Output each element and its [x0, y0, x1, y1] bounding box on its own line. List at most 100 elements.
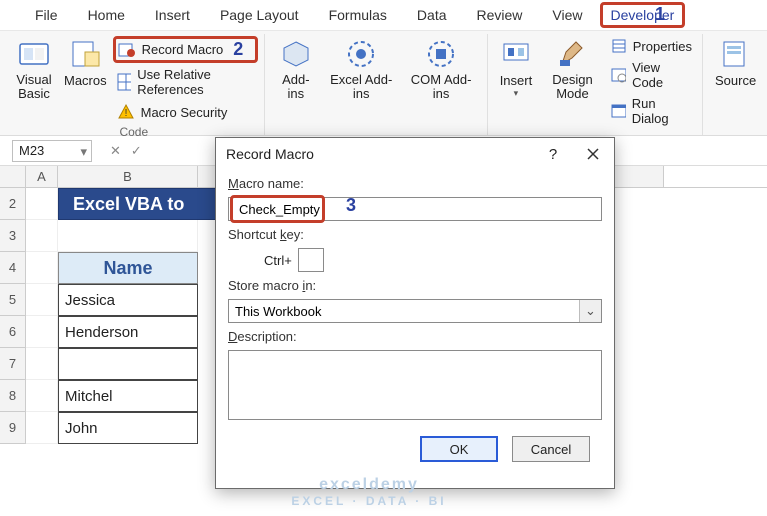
cell[interactable] [26, 188, 58, 220]
excel-addins-icon [345, 38, 377, 70]
row-header[interactable]: 6 [0, 316, 26, 348]
macros-label: Macros [64, 73, 107, 88]
store-macro-select[interactable] [228, 299, 602, 323]
cell[interactable] [58, 220, 198, 252]
annotation-2: 2 [233, 39, 243, 60]
com-addins-button[interactable]: COM Add-ins [401, 34, 480, 106]
close-button[interactable] [576, 140, 610, 168]
col-header-a[interactable]: A [26, 166, 58, 187]
name-box[interactable]: M23 ▾ [12, 140, 92, 162]
col-header-b[interactable]: B [58, 166, 198, 187]
table-row[interactable]: Mitchel [58, 380, 198, 412]
source-label: Source [715, 73, 756, 88]
row-header[interactable]: 8 [0, 380, 26, 412]
design-mode-label: Design Mode [544, 73, 601, 102]
macro-name-input[interactable] [228, 197, 602, 221]
design-mode-button[interactable]: Design Mode [538, 34, 607, 106]
view-code-button[interactable]: View Code [607, 58, 696, 92]
watermark: exceldemy EXCEL · DATA · BI [254, 476, 484, 508]
cell[interactable] [26, 316, 58, 348]
tab-insert[interactable]: Insert [140, 2, 205, 28]
row-header[interactable]: 9 [0, 412, 26, 444]
group-controls: Insert ▾ Design Mode Properties View Cod… [488, 34, 703, 135]
row-header[interactable]: 3 [0, 220, 26, 252]
record-macro-button[interactable]: Record Macro 2 [113, 36, 258, 63]
group-addins-label [271, 129, 481, 135]
source-button[interactable]: Source [709, 34, 762, 92]
com-addins-icon [425, 38, 457, 70]
description-textarea[interactable] [228, 350, 602, 420]
cancel-formula-icon[interactable]: ✕ [110, 143, 121, 159]
addins-icon [280, 38, 312, 70]
source-icon [720, 38, 752, 70]
macro-name-label: Macro name: [228, 176, 602, 191]
row-header[interactable]: 4 [0, 252, 26, 284]
view-code-label: View Code [632, 60, 692, 90]
help-button[interactable]: ? [536, 140, 570, 168]
record-macro-dialog: Record Macro ? Macro name: Check_Empty 3… [215, 137, 615, 489]
close-icon [587, 148, 599, 160]
group-addins: Add-ins Excel Add-ins COM Add-ins [265, 34, 488, 135]
addins-button[interactable]: Add-ins [271, 34, 321, 106]
tab-file[interactable]: File [20, 2, 73, 28]
run-dialog-button[interactable]: Run Dialog [607, 94, 696, 128]
cell[interactable] [26, 252, 58, 284]
ctrl-plus-label: Ctrl+ [264, 253, 292, 268]
cell[interactable] [26, 220, 58, 252]
group-controls-label [494, 129, 696, 135]
cell[interactable] [26, 284, 58, 316]
store-macro-label: Store macro in: [228, 278, 602, 293]
record-macro-icon [118, 41, 136, 59]
row-header[interactable]: 2 [0, 188, 26, 220]
cell[interactable] [26, 380, 58, 412]
insert-control-button[interactable]: Insert ▾ [494, 34, 539, 103]
visual-basic-label: Visual Basic [16, 73, 52, 102]
use-relative-refs-button[interactable]: Use Relative References [113, 65, 258, 99]
cancel-button[interactable]: Cancel [512, 436, 590, 462]
enter-formula-icon[interactable]: ✓ [131, 143, 142, 159]
macros-button[interactable]: Macros [58, 34, 113, 92]
shortcut-key-label: Shortcut key: [228, 227, 602, 242]
table-row[interactable]: Jessica [58, 284, 198, 316]
chevron-down-icon[interactable]: ⌄ [579, 300, 601, 322]
shortcut-key-input[interactable] [298, 248, 324, 272]
run-dialog-label: Run Dialog [632, 96, 692, 126]
table-header-name[interactable]: Name [58, 252, 198, 284]
ribbon-tabs: File Home Insert Page Layout Formulas Da… [0, 0, 767, 30]
macro-security-button[interactable]: ! Macro Security [113, 101, 258, 123]
visual-basic-button[interactable]: Visual Basic [10, 34, 58, 106]
record-macro-label: Record Macro [142, 42, 224, 57]
group-code: Visual Basic Macros Record Macro 2 Use R… [4, 34, 265, 135]
table-row[interactable]: Henderson [58, 316, 198, 348]
com-addins-label: COM Add-ins [407, 73, 474, 102]
macros-icon [69, 38, 101, 70]
properties-button[interactable]: Properties [607, 36, 696, 56]
tab-review[interactable]: Review [462, 2, 538, 28]
cell[interactable] [26, 348, 58, 380]
annotation-3: 3 [346, 195, 356, 216]
select-all-triangle[interactable] [0, 166, 26, 187]
tab-developer[interactable]: Developer [600, 2, 686, 28]
row-header[interactable]: 5 [0, 284, 26, 316]
dialog-title-text: Record Macro [226, 146, 314, 162]
tab-home[interactable]: Home [73, 2, 140, 28]
table-row[interactable]: John [58, 412, 198, 444]
use-relative-label: Use Relative References [137, 67, 253, 97]
tab-view[interactable]: View [537, 2, 597, 28]
insert-control-icon [500, 38, 532, 70]
cell[interactable] [26, 412, 58, 444]
tab-formulas[interactable]: Formulas [314, 2, 402, 28]
warning-icon: ! [117, 103, 135, 121]
tab-page-layout[interactable]: Page Layout [205, 2, 314, 28]
tab-data[interactable]: Data [402, 2, 462, 28]
ok-button[interactable]: OK [420, 436, 498, 462]
dialog-titlebar[interactable]: Record Macro ? [216, 138, 614, 170]
properties-icon [611, 38, 627, 54]
addins-label: Add-ins [277, 73, 315, 102]
chevron-down-icon[interactable]: ▾ [80, 144, 87, 160]
row-header[interactable]: 7 [0, 348, 26, 380]
table-row[interactable] [58, 348, 198, 380]
design-mode-icon [556, 38, 588, 70]
excel-addins-button[interactable]: Excel Add-ins [321, 34, 401, 106]
description-label: Description: [228, 329, 602, 344]
